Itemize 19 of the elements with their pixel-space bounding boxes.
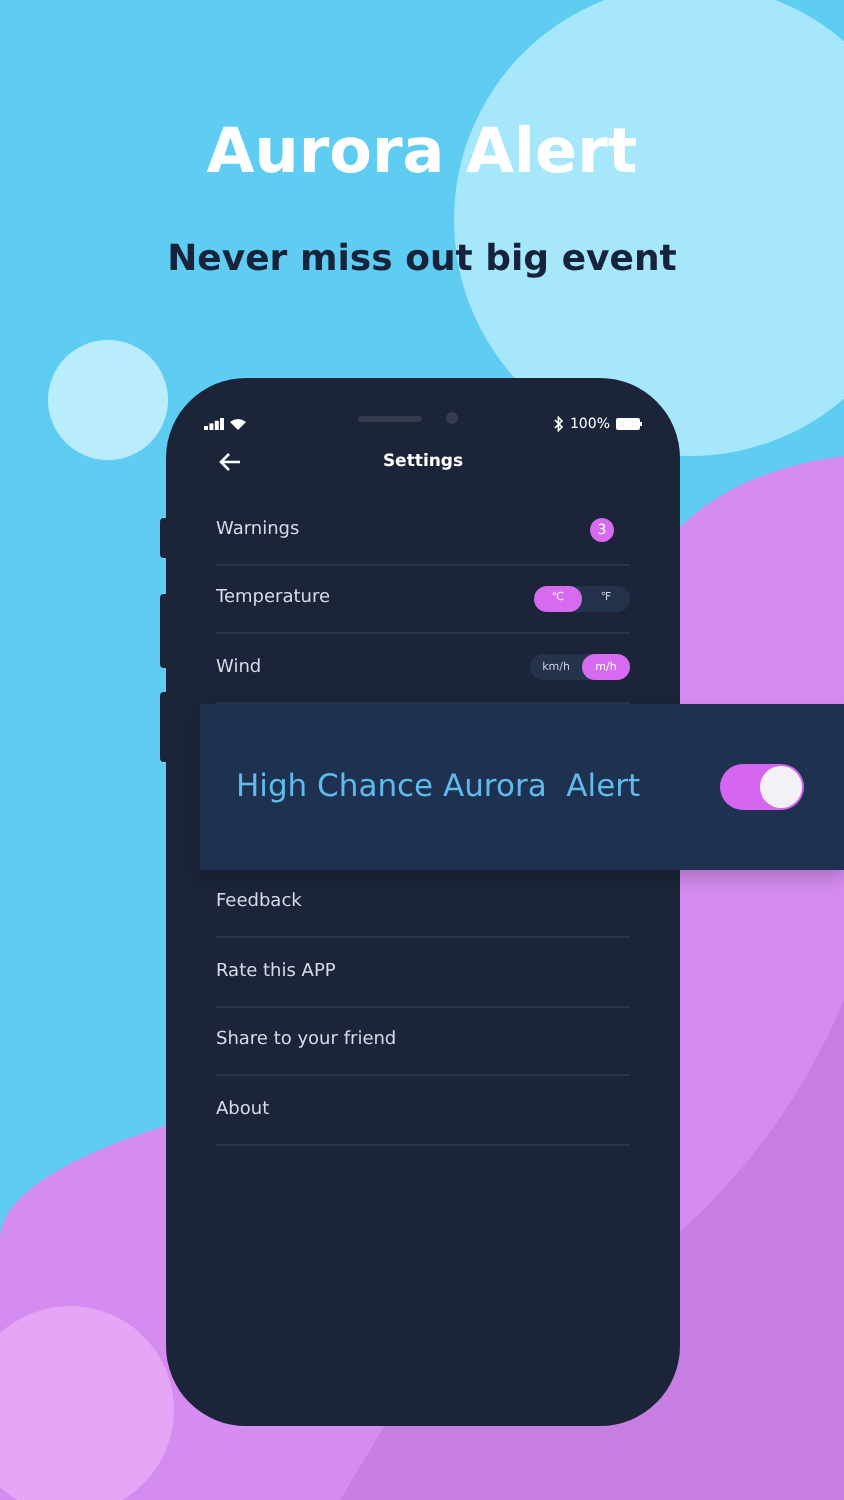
- menu-item[interactable]: Rate this APP: [216, 961, 336, 982]
- bluetooth-icon: [553, 416, 564, 432]
- alert-toggle[interactable]: [720, 763, 804, 809]
- battery-icon: [615, 418, 642, 430]
- promo-title: Aurora Alert: [204, 114, 640, 192]
- camera-dot: [445, 412, 458, 424]
- decor-circle: [48, 340, 168, 460]
- setting-label: Temperature: [216, 588, 331, 609]
- signal-icon: [204, 418, 224, 430]
- setting-label: Warnings: [216, 519, 300, 540]
- setting-label: Wind: [216, 657, 262, 678]
- screen-title: Settings: [382, 452, 464, 472]
- back-arrow-icon[interactable]: [218, 452, 242, 472]
- menu-item[interactable]: About: [216, 1099, 270, 1120]
- wifi-icon: [230, 418, 246, 430]
- alert-label: High Chance Aurora Alert: [236, 768, 641, 804]
- promo-subtitle: Never miss out big event: [165, 236, 679, 284]
- menu-item[interactable]: Feedback: [216, 892, 302, 913]
- menu-item[interactable]: Share to your friend: [216, 1030, 397, 1051]
